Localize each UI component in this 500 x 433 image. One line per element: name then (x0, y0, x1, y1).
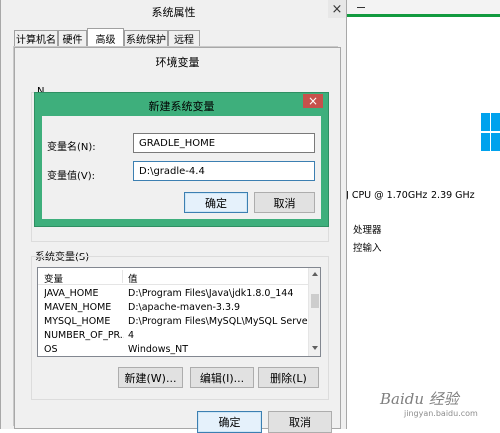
env-cancel-button[interactable]: 取消 (268, 411, 332, 433)
row-variable: MAVEN_HOME (44, 302, 112, 313)
windows-logo-icon (481, 113, 500, 151)
env-vars-title: 环境变量 (155, 56, 200, 69)
vertical-scrollbar[interactable] (308, 268, 320, 356)
close-icon: × (307, 94, 319, 108)
scroll-up-icon[interactable] (312, 272, 318, 276)
row-variable: MYSQL_HOME (44, 316, 111, 327)
table-row[interactable]: MYSQL_HOME D:\Program Files\MySQL\MySQL … (38, 315, 308, 328)
scroll-down-icon[interactable] (312, 346, 318, 350)
close-button[interactable]: × (328, 0, 346, 18)
new-variable-button[interactable]: 新建(W)... (118, 367, 183, 388)
row-value: D:\apache-maven-3.3.9 (128, 302, 241, 313)
background-window: J CPU @ 1.70GHz 2.39 GHz 处理器 控输入 (340, 0, 500, 429)
tab-hardware[interactable]: 硬件 (58, 30, 87, 46)
variable-value-field[interactable]: D:\gradle-4.4 (133, 161, 315, 181)
processor-text: 处理器 (353, 225, 382, 236)
cpu-speed: 2.39 GHz (431, 190, 475, 201)
tab-remote[interactable]: 远程 (168, 30, 200, 46)
new-var-title: 新建系统变量 (148, 100, 215, 113)
column-header-variable[interactable]: 变量 (44, 271, 63, 285)
row-variable: NUMBER_OF_PR... (44, 330, 124, 341)
edit-variable-button[interactable]: 编辑(I)... (190, 367, 254, 388)
minimize-icon[interactable] (348, 0, 374, 14)
watermark-url: jingyan.baidu.com (404, 409, 478, 418)
table-row[interactable]: OS Windows_NT (38, 343, 308, 356)
dialog-body: 变量名(N): GRADLE_HOME 变量值(V): D:\gradle-4.… (42, 116, 321, 219)
close-icon: × (331, 1, 343, 17)
window-controls (340, 0, 500, 14)
dialog-cancel-button[interactable]: 取消 (254, 192, 315, 213)
cpu-text: J CPU @ 1.70GHz (346, 190, 428, 201)
row-value: D:\Program Files\Java\jdk1.8.0_144 (128, 288, 294, 299)
table-row[interactable]: NUMBER_OF_PR... 4 (38, 329, 308, 342)
list-rows: JAVA_HOME D:\Program Files\Java\jdk1.8.0… (38, 287, 308, 356)
row-value: D:\Program Files\MySQL\MySQL Server ... (128, 316, 308, 327)
input-text: 控输入 (353, 243, 382, 254)
row-value: 4 (128, 330, 135, 341)
system-properties-title-bar: 系统属性 × (1, 0, 346, 24)
column-header-value[interactable]: 值 (128, 271, 138, 285)
system-vars-list[interactable]: 变量 值 JAVA_HOME D:\Program Files\Java\jdk… (37, 267, 321, 357)
tab-advanced[interactable]: 高级 (87, 28, 124, 47)
tab-system-protection[interactable]: 系统保护 (124, 30, 168, 46)
system-properties-title: 系统属性 (151, 6, 196, 19)
row-value: Windows_NT (128, 344, 189, 355)
watermark-logo-text: Baidu 经验 (380, 390, 459, 408)
table-row[interactable]: MAVEN_HOME D:\apache-maven-3.3.9 (38, 301, 308, 314)
dialog-close-button[interactable]: × (303, 94, 323, 108)
scroll-thumb[interactable] (311, 294, 319, 308)
variable-name-field[interactable]: GRADLE_HOME (133, 133, 315, 153)
row-variable: OS (44, 344, 58, 355)
new-system-variable-dialog: 新建系统变量 × 变量名(N): GRADLE_HOME 变量值(V): D:\… (34, 92, 329, 227)
variable-value-label: 变量值(V): (47, 171, 96, 182)
delete-variable-button[interactable]: 删除(L) (258, 367, 319, 388)
baidu-jingyan-watermark: Baidu 经验 jingyan.baidu.com (380, 388, 498, 428)
variable-value-text: D:\gradle-4.4 (139, 165, 205, 177)
tab-computer-name[interactable]: 计算机名 (14, 30, 58, 46)
row-variable: JAVA_HOME (44, 288, 99, 299)
green-title-bar (340, 14, 500, 17)
variable-name-label: 变量名(N): (47, 142, 96, 153)
env-ok-button[interactable]: 确定 (197, 411, 262, 433)
table-row[interactable]: JAVA_HOME D:\Program Files\Java\jdk1.8.0… (38, 287, 308, 300)
list-header: 变量 值 (38, 268, 308, 285)
dialog-ok-button[interactable]: 确定 (184, 192, 248, 213)
